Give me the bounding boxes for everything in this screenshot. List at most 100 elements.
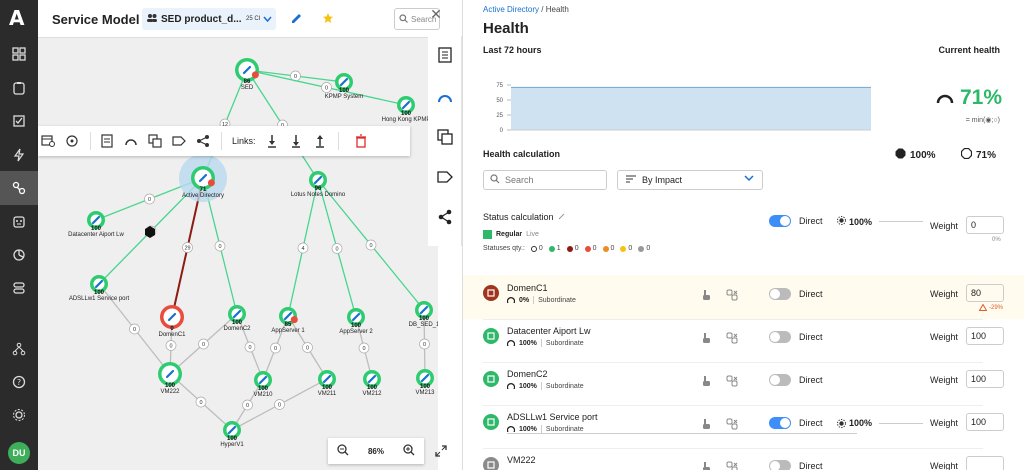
drill-hand-icon[interactable]: [699, 417, 713, 431]
clipboard-icon[interactable]: [9, 78, 29, 98]
edge-weight-label: 0: [246, 403, 249, 409]
tasks-icon[interactable]: [9, 111, 29, 131]
row-subline: 100% Subordinate: [507, 382, 584, 390]
status-count-value: 0: [538, 245, 543, 252]
alert-dot-icon: [251, 71, 259, 79]
node-label: DomenC1: [158, 332, 186, 338]
weight-input[interactable]: 100: [966, 370, 1004, 388]
events-icon[interactable]: [9, 212, 29, 232]
status-color-dot: [620, 245, 627, 252]
sort-dropdown[interactable]: By Impact: [617, 170, 763, 190]
weight-input[interactable]: [966, 456, 1004, 470]
breadcrumb: Active Directory / Health: [483, 5, 569, 14]
document-tab-icon[interactable]: [436, 46, 454, 64]
reports-pie-icon[interactable]: [9, 245, 29, 265]
service-model-canvas[interactable]: 12000002904000000000000086SED100KPMP Sys…: [38, 0, 438, 470]
service-graph[interactable]: 12000002904000000000000086SED100KPMP Sys…: [38, 0, 438, 470]
tag-icon[interactable]: [171, 133, 187, 149]
status-count: 1: [548, 245, 561, 252]
node-label: Active Directory: [182, 193, 224, 199]
model-selector[interactable]: SED product_d... 25 CI: [142, 8, 276, 30]
document-icon[interactable]: [99, 133, 115, 149]
row-sub-divider: [540, 339, 542, 347]
favorite-star-icon[interactable]: [322, 12, 334, 27]
unlink-icon[interactable]: [725, 417, 739, 431]
status-calc-direct-toggle[interactable]: [769, 215, 791, 227]
breadcrumb-link[interactable]: Active Directory: [483, 5, 539, 14]
node-label: KPMP System: [325, 94, 364, 100]
copy-icon[interactable]: [147, 133, 163, 149]
weight-input[interactable]: 100: [966, 327, 1004, 345]
history-icon[interactable]: [64, 133, 80, 149]
health-tab-icon[interactable]: [436, 88, 454, 106]
share-tab-icon[interactable]: [436, 208, 454, 226]
sun-icon: [837, 216, 846, 227]
edge-weight-label: 0: [369, 243, 372, 249]
svg-text:?: ?: [17, 378, 21, 387]
weight-input[interactable]: 100: [966, 413, 1004, 431]
help-icon[interactable]: ?: [9, 372, 29, 392]
ci-type-icon: [483, 328, 499, 344]
zoom-in-icon[interactable]: [403, 444, 415, 458]
y-tick-label: 25: [496, 113, 503, 119]
weight-label: Weight: [930, 375, 958, 385]
edge-weight-label: 0: [169, 344, 172, 350]
close-icon[interactable]: ✕: [428, 6, 444, 22]
node-label: VM210: [253, 392, 273, 398]
node-label: VM222: [160, 389, 180, 395]
settings-gear-icon[interactable]: [9, 405, 29, 425]
links-both-icon[interactable]: [288, 133, 304, 149]
alert-dot-icon: [290, 316, 298, 324]
octagon-filled-icon: [895, 148, 906, 162]
links-down-icon[interactable]: [264, 133, 280, 149]
direct-toggle[interactable]: [769, 460, 791, 470]
weight-input[interactable]: 80: [966, 284, 1004, 302]
drill-hand-icon[interactable]: [699, 331, 713, 345]
drill-hand-icon[interactable]: [699, 288, 713, 302]
panel-side-tabs: [428, 36, 462, 246]
unlink-icon[interactable]: [725, 460, 739, 470]
links-up-icon[interactable]: [312, 133, 328, 149]
unlink-icon[interactable]: [725, 374, 739, 388]
row-health: 100%: [519, 425, 537, 433]
share-icon[interactable]: [195, 133, 211, 149]
lightning-icon[interactable]: [9, 145, 29, 165]
unlink-icon[interactable]: [725, 331, 739, 345]
node-label: DB_SED_1: [409, 322, 438, 328]
row-relation: Subordinate: [538, 296, 576, 304]
node-label: ADSLLw1 Service port: [69, 296, 130, 302]
row-divider: [483, 405, 983, 406]
database-icon[interactable]: [9, 278, 29, 298]
fullscreen-icon[interactable]: [428, 438, 454, 464]
direct-toggle[interactable]: [769, 288, 791, 300]
direct-toggle[interactable]: [769, 374, 791, 386]
node-label: HyperV1: [220, 442, 244, 448]
health-calc-a: 100%: [895, 148, 936, 162]
row-relation: Subordinate: [545, 425, 584, 433]
row-direct-percent: 100%: [837, 418, 872, 428]
dashboard-icon[interactable]: [9, 44, 29, 64]
zoom-out-icon[interactable]: [337, 444, 349, 458]
node-toolbar: Links:: [38, 126, 410, 156]
regular-square-icon: [483, 230, 492, 239]
direct-toggle[interactable]: [769, 331, 791, 343]
user-avatar[interactable]: DU: [8, 442, 30, 464]
copy-tab-icon[interactable]: [436, 128, 454, 146]
unlink-icon[interactable]: [725, 288, 739, 302]
status-calc-weight-input[interactable]: 0: [966, 216, 1004, 234]
delete-trash-icon[interactable]: [353, 133, 369, 149]
service-model-icon[interactable]: [0, 171, 38, 205]
weight-label: Weight: [930, 461, 958, 470]
network-icon[interactable]: [9, 339, 29, 359]
status-calc-percent: 100%: [837, 216, 872, 227]
health-arc-icon[interactable]: [123, 133, 139, 149]
edge-weight-label: 0: [423, 342, 426, 348]
direct-toggle[interactable]: [769, 417, 791, 429]
tag-tab-icon[interactable]: [436, 168, 454, 186]
alert-dot-icon: [207, 179, 215, 187]
drill-hand-icon[interactable]: [699, 460, 713, 470]
table-view-icon[interactable]: [40, 133, 56, 149]
panel-search-input[interactable]: Search: [483, 170, 607, 190]
drill-hand-icon[interactable]: [699, 374, 713, 388]
edit-pencil-icon[interactable]: [290, 12, 303, 28]
